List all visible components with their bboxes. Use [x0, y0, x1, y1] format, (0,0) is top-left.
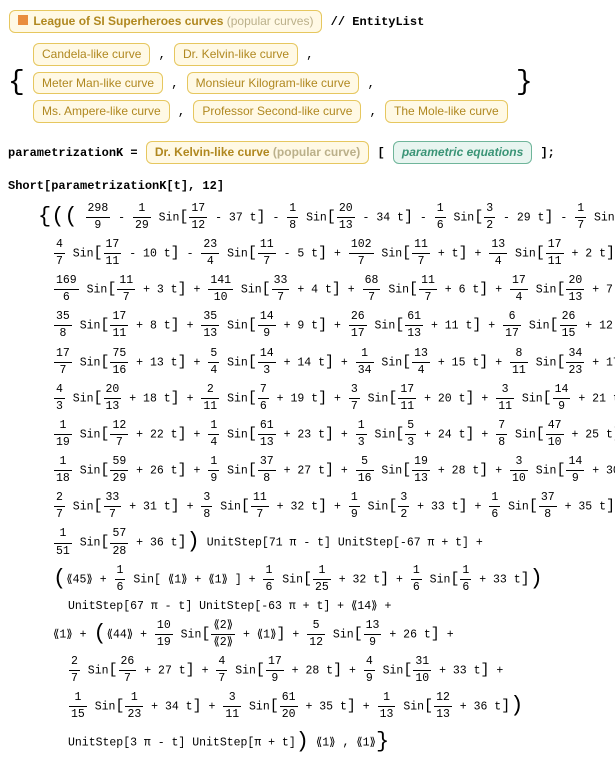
math-line: 43 Sin[2013 + 18 t] + 211 Sin[76 + 19 t]…: [8, 382, 607, 415]
var-name: parametrizationK: [8, 146, 123, 160]
entity-list: { Candela-like curve , Dr. Kelvin-like c…: [8, 39, 607, 127]
math-line: 27 Sin[337 + 31 t] + 38 Sin[117 + 32 t] …: [8, 490, 607, 523]
short-call: Short[parametrizationK[t], 12]: [8, 178, 607, 195]
math-line: 115 Sin[123 + 34 t] + 311 Sin[6120 + 35 …: [8, 690, 607, 723]
math-line: 119 Sin[127 + 22 t] + 14 Sin[6113 + 23 t…: [8, 418, 607, 451]
entity-icon: [18, 15, 28, 25]
open-brace: {: [8, 63, 25, 102]
math-output: {(( 2989 - 129 Sin[1712 - 37 t] - 18 Sin…: [8, 201, 607, 758]
entity-item[interactable]: Professor Second-like curve: [193, 100, 361, 123]
math-line: {(( 2989 - 129 Sin[1712 - 37 t] - 18 Sin…: [8, 201, 607, 234]
assignment-line: parametrizationK = Dr. Kelvin-like curve…: [8, 139, 607, 166]
entity-class-paren: (popular curves): [227, 14, 314, 28]
entity-list-suffix: // EntityList: [331, 15, 425, 29]
math-line: 358 Sin[1711 + 8 t] + 3513 Sin[149 + 9 t…: [8, 309, 607, 342]
entity-item[interactable]: Monsieur Kilogram-like curve: [187, 72, 360, 95]
entity-value-pill[interactable]: Dr. Kelvin-like curve (popular curve): [146, 141, 369, 164]
math-line: 1696 Sin[117 + 3 t] + 14110 Sin[337 + 4 …: [8, 273, 607, 306]
header-row: League of SI Superheroes curves (popular…: [8, 8, 607, 35]
math-line: 151 Sin[5728 + 36 t]) UnitStep[71 π - t]…: [8, 526, 607, 559]
entity-class-pill[interactable]: League of SI Superheroes curves (popular…: [9, 10, 322, 33]
entity-class-label: League of SI Superheroes curves: [33, 14, 223, 28]
math-line: ⟪1⟫ + (⟪44⟫ + 1019 Sin[⟪2⟫⟪2⟫ + ⟪1⟫] + 5…: [8, 618, 607, 651]
math-line: (⟪45⟫ + 16 Sin[ ⟪1⟫ + ⟪1⟫ ] + 16 Sin[125…: [8, 563, 607, 596]
math-line: 27 Sin[267 + 27 t] + 47 Sin[179 + 28 t] …: [8, 654, 607, 687]
math-line: UnitStep[67 π - t] UnitStep[-63 π + t] +…: [8, 599, 607, 615]
property-pill[interactable]: parametric equations: [393, 141, 532, 164]
entity-item[interactable]: Ms. Ampere-like curve: [33, 100, 170, 123]
entity-item[interactable]: Dr. Kelvin-like curve: [174, 43, 298, 66]
entity-item[interactable]: Meter Man-like curve: [33, 72, 163, 95]
entity-item[interactable]: The Mole-like curve: [385, 100, 508, 123]
math-line: 177 Sin[7516 + 13 t] + 54 Sin[143 + 14 t…: [8, 346, 607, 379]
math-line: 47 Sin[1711 - 10 t] - 234 Sin[117 - 5 t]…: [8, 237, 607, 270]
entity-item[interactable]: Candela-like curve: [33, 43, 150, 66]
math-line: UnitStep[3 π - t] UnitStep[π + t]) ⟪1⟫ ,…: [8, 727, 607, 758]
math-line: 118 Sin[5929 + 26 t] + 19 Sin[378 + 27 t…: [8, 454, 607, 487]
close-brace: }: [516, 63, 533, 102]
